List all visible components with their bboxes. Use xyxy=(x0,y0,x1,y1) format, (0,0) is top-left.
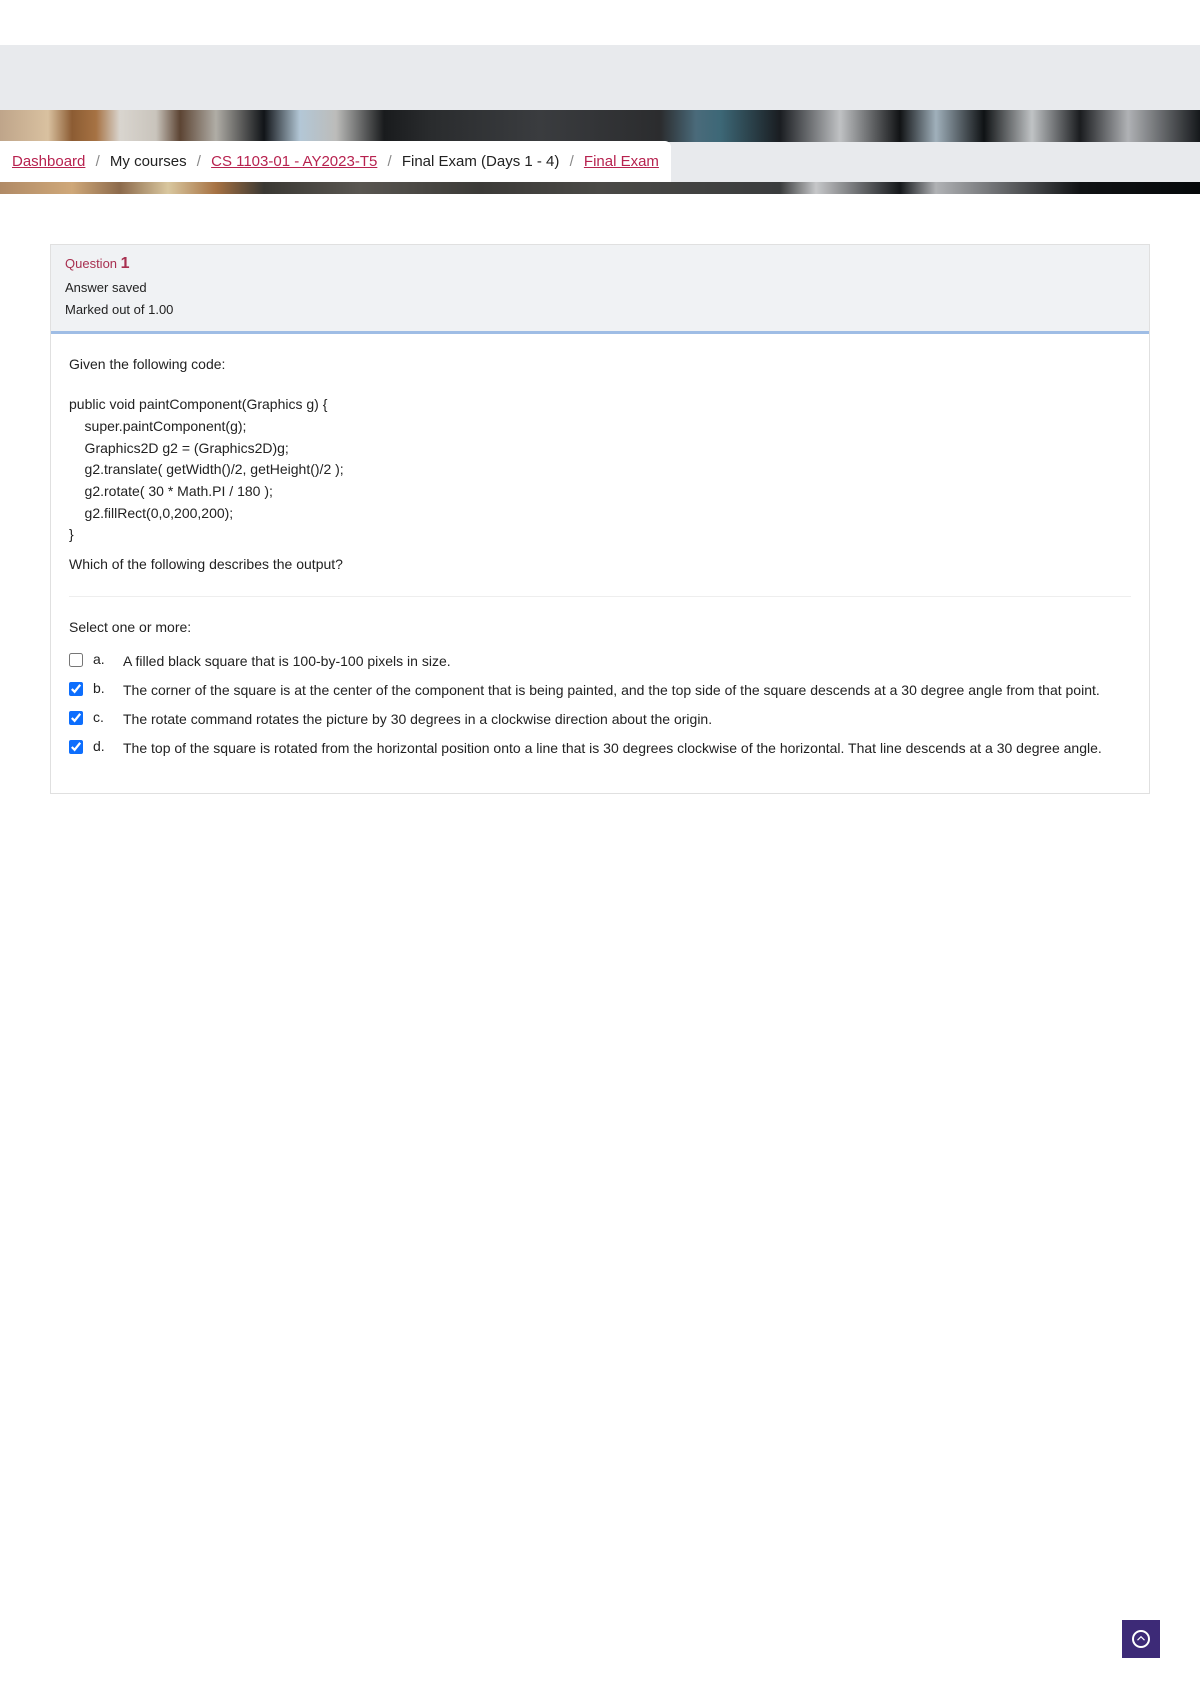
option-a-text: A filled black square that is 100-by-100… xyxy=(123,651,1131,672)
question-header: Question 1 Answer saved Marked out of 1.… xyxy=(51,245,1149,334)
breadcrumb-course[interactable]: CS 1103-01 - AY2023-T5 xyxy=(211,153,377,170)
breadcrumb-dashboard[interactable]: Dashboard xyxy=(12,153,85,170)
course-banner-top xyxy=(0,110,1200,142)
question-number: 1 xyxy=(121,255,130,272)
option-c-letter: c. xyxy=(93,709,113,725)
question-label: Question xyxy=(65,256,117,271)
option-b: b. The corner of the square is at the ce… xyxy=(69,676,1131,705)
breadcrumb-separator: / xyxy=(197,153,201,170)
option-a: a. A filled black square that is 100-by-… xyxy=(69,647,1131,676)
page-root: Dashboard / My courses / CS 1103-01 - AY… xyxy=(0,0,1200,844)
breadcrumb: Dashboard / My courses / CS 1103-01 - AY… xyxy=(0,141,671,182)
option-d: d. The top of the square is rotated from… xyxy=(69,734,1131,763)
breadcrumb-separator: / xyxy=(388,153,392,170)
option-c-text: The rotate command rotates the picture b… xyxy=(123,709,1131,730)
option-a-letter: a. xyxy=(93,651,113,667)
options-list: a. A filled black square that is 100-by-… xyxy=(69,647,1131,763)
scroll-to-top-button[interactable] xyxy=(1122,1620,1160,1658)
course-banner-bottom xyxy=(0,182,1200,194)
option-d-checkbox[interactable] xyxy=(69,740,83,754)
breadcrumb-separator: / xyxy=(570,153,574,170)
option-d-text: The top of the square is rotated from th… xyxy=(123,738,1131,759)
divider xyxy=(69,596,1131,597)
question-number-line: Question 1 xyxy=(65,255,1135,273)
breadcrumb-mycourses: My courses xyxy=(110,153,187,170)
option-a-checkbox[interactable] xyxy=(69,653,83,667)
option-b-checkbox[interactable] xyxy=(69,682,83,696)
question-card: Question 1 Answer saved Marked out of 1.… xyxy=(50,244,1150,794)
select-label: Select one or more: xyxy=(69,619,1131,635)
option-c-checkbox[interactable] xyxy=(69,711,83,725)
question-followup: Which of the following describes the out… xyxy=(69,556,1131,572)
chevron-up-icon xyxy=(1132,1630,1150,1648)
option-b-text: The corner of the square is at the cente… xyxy=(123,680,1131,701)
question-intro: Given the following code: xyxy=(69,356,1131,372)
option-c: c. The rotate command rotates the pictur… xyxy=(69,705,1131,734)
question-status: Answer saved xyxy=(65,277,1135,299)
breadcrumb-separator: / xyxy=(96,153,100,170)
breadcrumb-page[interactable]: Final Exam xyxy=(584,153,659,170)
header-region: Dashboard / My courses / CS 1103-01 - AY… xyxy=(0,45,1200,194)
question-body: Given the following code: public void pa… xyxy=(51,334,1149,793)
question-marked: Marked out of 1.00 xyxy=(65,299,1135,321)
option-d-letter: d. xyxy=(93,738,113,754)
question-code: public void paintComponent(Graphics g) {… xyxy=(69,394,1131,546)
option-b-letter: b. xyxy=(93,680,113,696)
breadcrumb-section: Final Exam (Days 1 - 4) xyxy=(402,153,560,170)
content-area: Question 1 Answer saved Marked out of 1.… xyxy=(0,194,1200,844)
